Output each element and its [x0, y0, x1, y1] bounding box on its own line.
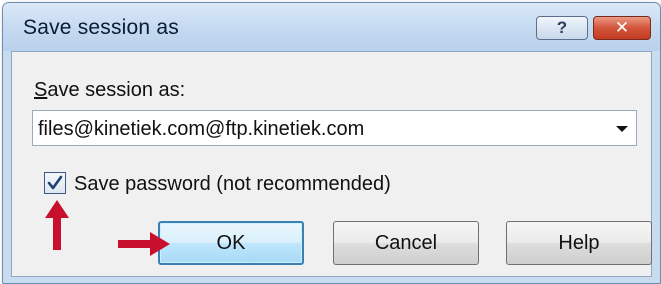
close-icon: ✕ [614, 18, 630, 37]
save-password-label[interactable]: Save password (not recommended) [74, 173, 391, 196]
check-icon [47, 175, 63, 190]
session-name-value: files@kinetiek.com@ftp.kinetiek.com [38, 118, 365, 140]
red-arrow-up-icon [45, 200, 69, 250]
title-bar[interactable]: Save session as ? ✕ [3, 3, 660, 51]
chevron-down-icon[interactable] [616, 126, 628, 132]
session-name-label: Save session as: [34, 79, 185, 102]
help-button[interactable]: Help [506, 221, 652, 265]
label-text: ave session as: [47, 79, 186, 101]
save-password-checkbox[interactable] [44, 172, 66, 194]
label-accelerator: S [34, 79, 48, 101]
session-name-combobox[interactable]: files@kinetiek.com@ftp.kinetiek.com [32, 110, 637, 146]
title-close-button[interactable]: ✕ [593, 16, 651, 40]
cancel-button[interactable]: Cancel [333, 221, 479, 265]
save-session-dialog: Save session as ? ✕ Save session as: fil… [2, 2, 661, 284]
dialog-body: Save session as: files@kinetiek.com@ftp.… [11, 51, 652, 277]
title-help-button[interactable]: ? [536, 16, 588, 40]
red-arrow-right-icon [118, 232, 170, 256]
dialog-title: Save session as [23, 16, 179, 39]
question-icon: ? [556, 18, 568, 37]
ok-button[interactable]: OK [158, 221, 304, 265]
